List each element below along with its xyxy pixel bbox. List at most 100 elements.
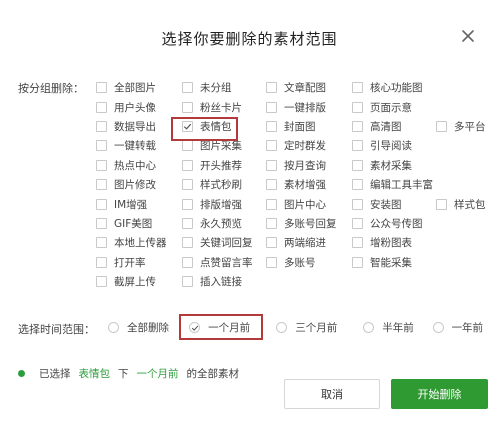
checkbox-icon[interactable] (266, 101, 277, 113)
checkbox-icon[interactable] (436, 120, 447, 132)
checkbox-icon[interactable] (352, 120, 363, 132)
group-checkbox[interactable]: 截屏上传 (96, 274, 182, 289)
group-checkbox[interactable]: 图片修改 (96, 177, 182, 192)
group-checkbox[interactable]: IM增强 (96, 197, 182, 212)
group-checkbox[interactable]: 全部图片 (96, 80, 182, 95)
group-checkbox-label: GIF美图 (114, 217, 153, 230)
radio-icon[interactable] (363, 322, 375, 333)
checkbox-icon[interactable] (266, 140, 277, 152)
time-radio[interactable]: 一年前 (432, 320, 488, 335)
group-checkbox[interactable]: 用户头像 (96, 100, 182, 115)
group-checkbox[interactable]: 本地上传器 (96, 235, 182, 250)
group-checkbox[interactable]: GIF美图 (96, 216, 182, 231)
checkbox-icon[interactable] (266, 82, 277, 94)
checkbox-icon[interactable] (96, 159, 107, 171)
checkbox-icon[interactable] (182, 159, 193, 171)
group-checkbox[interactable]: 永久预览 (182, 216, 266, 231)
group-checkbox[interactable]: 安装图 (352, 197, 436, 212)
group-checkbox[interactable]: 图片中心 (266, 197, 352, 212)
radio-icon[interactable] (432, 322, 444, 333)
checkbox-icon[interactable] (96, 120, 107, 132)
checkbox-icon[interactable] (182, 101, 193, 113)
checkbox-icon[interactable] (352, 82, 363, 94)
checkbox-icon[interactable] (96, 217, 107, 229)
checkbox-icon[interactable] (182, 198, 193, 210)
checkbox-icon[interactable] (266, 120, 277, 132)
radio-icon[interactable] (108, 322, 119, 333)
checkbox-icon[interactable] (352, 140, 363, 152)
checkbox-icon[interactable] (96, 256, 107, 268)
group-checkbox[interactable]: 增粉图表 (352, 235, 436, 250)
checkbox-icon[interactable] (352, 198, 363, 210)
time-radio[interactable]: 半年前 (363, 320, 432, 335)
checkbox-icon[interactable] (266, 198, 277, 210)
group-checkbox[interactable]: 素材增强 (266, 177, 352, 192)
checkbox-icon[interactable] (96, 198, 107, 210)
group-checkbox[interactable]: 开头推荐 (182, 158, 266, 173)
checkbox-icon[interactable] (182, 217, 193, 229)
group-checkbox[interactable]: 打开率 (96, 255, 182, 270)
group-checkbox[interactable]: 多平台 (436, 119, 496, 134)
checkbox-icon[interactable] (182, 179, 193, 191)
checkbox-icon[interactable] (352, 237, 363, 249)
checkbox-icon[interactable] (266, 179, 277, 191)
time-radio[interactable]: 全部删除 (108, 320, 189, 335)
group-checkbox-label: IM增强 (114, 198, 148, 211)
checkbox-icon[interactable] (96, 179, 107, 191)
checkbox-icon[interactable] (436, 198, 447, 210)
group-checkbox[interactable]: 智能采集 (352, 255, 436, 270)
group-checkbox[interactable]: 引导阅读 (352, 138, 436, 153)
group-checkbox[interactable]: 素材采集 (352, 158, 436, 173)
group-checkbox[interactable]: 文章配图 (266, 80, 352, 95)
group-checkbox[interactable]: 一键转载 (96, 138, 182, 153)
group-checkbox[interactable]: 公众号传图 (352, 216, 436, 231)
group-checkbox[interactable]: 按月查询 (266, 158, 352, 173)
group-checkbox[interactable]: 插入链接 (182, 274, 266, 289)
group-checkbox[interactable]: 热点中心 (96, 158, 182, 173)
checkbox-icon[interactable] (96, 101, 107, 113)
group-checkbox[interactable]: 样式秒刷 (182, 177, 266, 192)
group-checkbox[interactable]: 点赞留言率 (182, 255, 266, 270)
checkbox-icon[interactable] (266, 159, 277, 171)
checkbox-icon[interactable] (352, 256, 363, 268)
checkbox-icon[interactable] (96, 140, 107, 152)
checkbox-icon[interactable] (96, 237, 107, 249)
group-checkbox[interactable]: 定时群发 (266, 138, 352, 153)
checkbox-icon[interactable] (266, 237, 277, 249)
group-checkbox-label: 多账号回复 (284, 217, 337, 230)
group-checkbox[interactable]: 核心功能图 (352, 80, 436, 95)
close-icon[interactable] (460, 28, 476, 44)
checkbox-icon[interactable] (266, 217, 277, 229)
group-checkbox[interactable]: 一键排版 (266, 100, 352, 115)
group-checkbox[interactable]: 排版增强 (182, 197, 266, 212)
checkbox-icon[interactable] (182, 82, 193, 94)
group-checkbox[interactable]: 两端缩进 (266, 235, 352, 250)
checkbox-icon[interactable] (266, 256, 277, 268)
group-checkbox-label: 全部图片 (114, 82, 156, 95)
checkbox-icon[interactable] (96, 276, 107, 288)
checkbox-icon[interactable] (352, 159, 363, 171)
group-checkbox[interactable]: 高清图 (352, 119, 436, 134)
group-checkbox[interactable]: 页面示意 (352, 100, 436, 115)
group-checkbox[interactable]: 粉丝卡片 (182, 100, 266, 115)
radio-icon[interactable] (276, 322, 288, 333)
checkbox-icon[interactable] (352, 101, 363, 113)
group-checkbox[interactable]: 封面图 (266, 119, 352, 134)
group-checkbox[interactable]: 数据导出 (96, 119, 182, 134)
group-checkbox[interactable]: 未分组 (182, 80, 266, 95)
checkbox-icon[interactable] (96, 82, 107, 94)
checkbox-icon[interactable] (352, 179, 363, 191)
checkbox-icon[interactable] (182, 237, 193, 249)
checkbox-icon[interactable] (182, 256, 193, 268)
group-checkbox[interactable]: 样式包 (436, 197, 496, 212)
group-checkbox[interactable]: 关键词回复 (182, 235, 266, 250)
cancel-button[interactable]: 取消 (284, 379, 380, 409)
checkbox-icon[interactable] (182, 140, 193, 152)
group-checkbox[interactable]: 编辑工具丰富 (352, 177, 436, 192)
time-radio[interactable]: 三个月前 (276, 320, 363, 335)
checkbox-icon[interactable] (352, 217, 363, 229)
group-checkbox[interactable]: 多账号 (266, 255, 352, 270)
checkbox-icon[interactable] (182, 276, 193, 288)
group-checkbox[interactable]: 多账号回复 (266, 216, 352, 231)
start-delete-button[interactable]: 开始删除 (391, 379, 488, 409)
